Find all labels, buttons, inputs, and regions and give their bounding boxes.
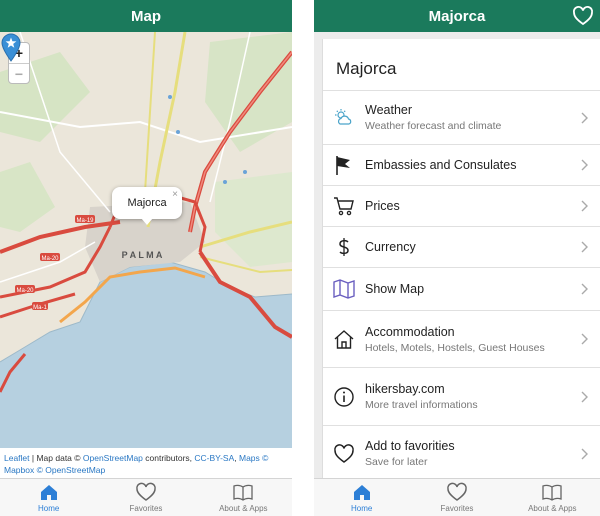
tab-bar: Home Favorites About & Apps	[0, 478, 292, 516]
details-content: Majorca Weather Weather forecast and clim…	[314, 32, 600, 478]
tab-label: Home	[350, 504, 373, 513]
tab-label: Favorites	[129, 504, 163, 513]
osm-link[interactable]: OpenStreetMap	[83, 453, 143, 463]
tab-about-apps[interactable]: About & Apps	[195, 479, 292, 516]
road-label-4: Ma-1	[33, 305, 47, 311]
road-label-2: Ma-20	[41, 256, 59, 262]
tab-label: About & Apps	[528, 504, 577, 513]
map-icon	[333, 278, 355, 300]
heart-icon	[447, 482, 467, 501]
card-title: Majorca	[323, 39, 600, 91]
chevron-right-icon	[581, 391, 588, 402]
tab-about-apps[interactable]: About & Apps	[505, 479, 600, 516]
row-subtitle: Weather forecast and climate	[365, 120, 502, 132]
details-navbar: Majorca	[314, 0, 600, 32]
maps-link[interactable]: Maps ©	[239, 453, 268, 463]
chevron-right-icon	[581, 283, 588, 295]
leaflet-link[interactable]: Leaflet	[4, 453, 30, 463]
house-icon	[333, 328, 355, 350]
map-pin-icon[interactable]	[0, 32, 22, 62]
road-label-3: Ma-20	[16, 288, 34, 294]
road-label-1: Ma-19	[76, 218, 94, 224]
map-attribution: Leaflet | Map data © OpenStreetMap contr…	[0, 448, 292, 478]
map-popup[interactable]: Majorca ×	[112, 187, 182, 225]
popup-label: Majorca	[127, 197, 167, 209]
tab-home[interactable]: Home	[0, 479, 97, 516]
flag-icon	[333, 154, 355, 176]
row-title: Accommodation	[365, 324, 455, 339]
row-weather[interactable]: Weather Weather forecast and climate	[323, 91, 600, 145]
row-subtitle: More travel informations	[365, 399, 478, 411]
cart-icon	[333, 195, 355, 217]
license-link[interactable]: CC-BY-SA	[194, 453, 234, 463]
app-screenshot: Map Ma-19 Ma-20 Ma-20 Ma-1 P A L M A + −…	[0, 0, 600, 516]
details-screen: Majorca Majorca Weather Weather forecast …	[314, 0, 600, 516]
zoom-out-button[interactable]: −	[9, 63, 29, 83]
map-navbar: Map	[0, 0, 292, 32]
city-label: P A L M A	[122, 250, 163, 260]
row-title: Currency	[365, 240, 416, 254]
mapbox-link[interactable]: Mapbox © OpenStreetMap	[4, 465, 105, 475]
tab-label: Home	[37, 504, 60, 513]
tab-favorites[interactable]: Favorites	[409, 479, 504, 516]
dollar-icon	[333, 236, 355, 258]
chevron-right-icon	[581, 112, 588, 123]
row-hikersbay[interactable]: hikersbay.com More travel informations	[323, 368, 600, 426]
house-icon	[40, 485, 57, 500]
row-subtitle: Hotels, Motels, Hostels, Guest Houses	[365, 341, 545, 354]
chevron-right-icon	[581, 241, 588, 253]
attribution-text-2: contributors,	[142, 453, 195, 463]
chevron-right-icon	[581, 159, 588, 171]
row-title: Show Map	[365, 282, 425, 296]
weather-icon	[333, 107, 355, 129]
row-title: hikersbay.com	[365, 382, 445, 396]
chevron-right-icon	[581, 333, 588, 345]
row-title: Prices	[365, 199, 400, 213]
page-title: Map	[131, 7, 161, 25]
tab-bar: Home Favorites About & Apps	[314, 478, 600, 516]
map-tiles: Ma-19 Ma-20 Ma-20 Ma-1 P A L M A	[0, 32, 292, 448]
row-accommodation[interactable]: Accommodation Hotels, Motels, Hostels, Gu…	[323, 311, 600, 368]
popup-close-button[interactable]: ×	[172, 189, 178, 200]
row-prices[interactable]: Prices	[323, 186, 600, 227]
book-icon	[233, 484, 253, 501]
tab-favorites[interactable]: Favorites	[97, 479, 194, 516]
attribution-text-1: | Map data ©	[29, 453, 83, 463]
row-currency[interactable]: Currency	[323, 227, 600, 268]
menu-card: Majorca Weather Weather forecast and clim…	[322, 39, 600, 478]
row-title: Weather	[365, 103, 413, 117]
row-show-map[interactable]: Show Map	[323, 268, 600, 311]
map-screen: Map Ma-19 Ma-20 Ma-20 Ma-1 P A L M A + −…	[0, 0, 292, 516]
row-embassies[interactable]: Embassies and Consulates	[323, 145, 600, 186]
row-title: Add to favorities	[365, 439, 455, 453]
house-icon	[353, 485, 370, 500]
favorite-heart-icon[interactable]	[572, 5, 594, 27]
map-view[interactable]: Ma-19 Ma-20 Ma-20 Ma-1 P A L M A + − Maj…	[0, 32, 292, 448]
chevron-right-icon	[581, 200, 588, 212]
heart-icon	[136, 482, 156, 501]
tab-label: About & Apps	[219, 504, 268, 513]
tab-home[interactable]: Home	[314, 479, 409, 516]
page-title: Majorca	[428, 7, 486, 25]
info-icon	[333, 386, 355, 408]
row-add-favorites[interactable]: Add to favorities Save for later	[323, 426, 600, 478]
heart-icon	[333, 443, 355, 465]
tab-label: Favorites	[440, 504, 474, 513]
book-icon	[542, 484, 562, 501]
row-title: Embassies and Consulates	[365, 158, 517, 172]
chevron-right-icon	[581, 448, 588, 459]
row-subtitle: Save for later	[365, 456, 428, 468]
